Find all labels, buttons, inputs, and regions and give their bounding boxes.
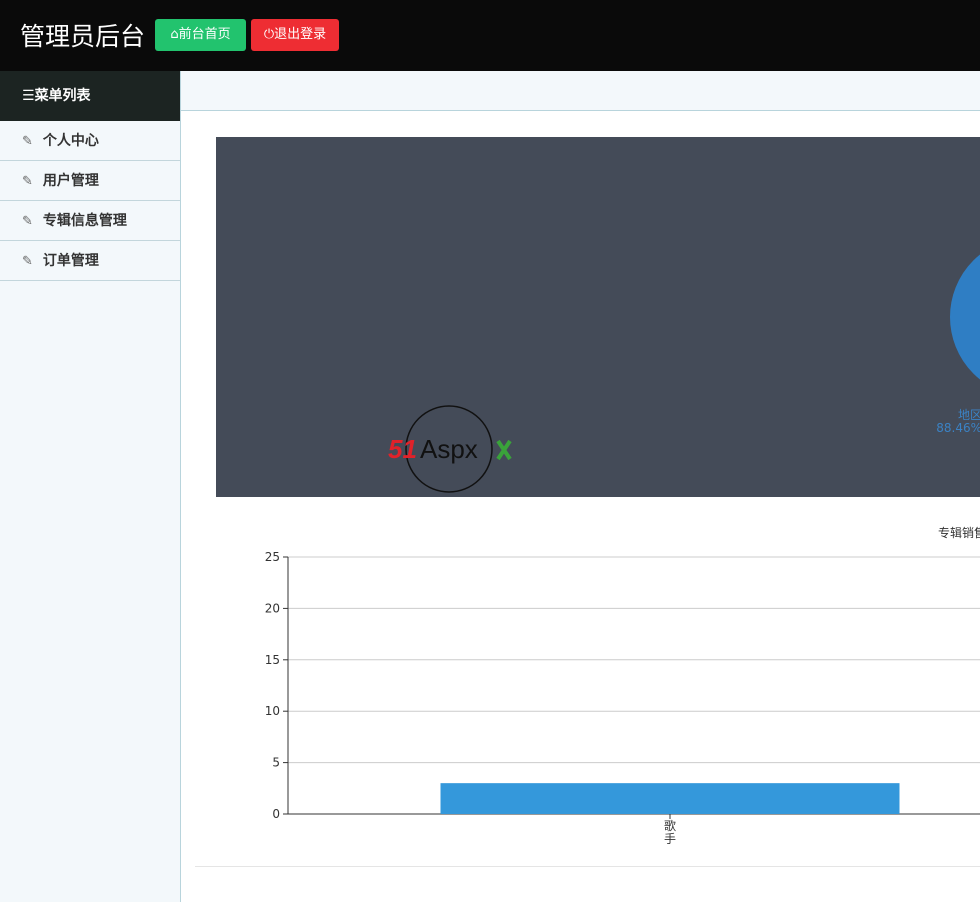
sidebar-item-users[interactable]: ✎ 用户管理 bbox=[0, 161, 180, 201]
y-tick-label: 5 bbox=[272, 756, 280, 770]
edit-icon: ✎ bbox=[22, 174, 33, 189]
y-tick-label: 25 bbox=[265, 550, 280, 564]
svg-text:51: 51 bbox=[388, 434, 417, 464]
svg-text:Aspx: Aspx bbox=[420, 434, 478, 464]
menu-heading: ☰菜单列表 bbox=[0, 71, 180, 121]
sidebar-item-profile[interactable]: ✎ 个人中心 bbox=[0, 121, 180, 161]
home-button[interactable]: ⌂前台首页 bbox=[155, 19, 246, 51]
app-title: 管理员后台 bbox=[20, 22, 146, 51]
edit-icon: ✎ bbox=[22, 214, 33, 229]
divider bbox=[195, 866, 980, 867]
bar bbox=[440, 783, 900, 814]
home-icon: ⌂ bbox=[170, 27, 179, 42]
y-tick-label: 10 bbox=[265, 704, 280, 718]
bar-chart-title: 专辑销售 bbox=[938, 526, 980, 540]
x-tick-label: 歌 bbox=[664, 818, 676, 833]
y-tick-label: 15 bbox=[265, 653, 280, 667]
logout-button[interactable]: ⏻退出登录 bbox=[251, 19, 339, 51]
top-header: 管理员后台 ⌂前台首页 ⏻退出登录 bbox=[0, 0, 980, 71]
pie-label: 地区 88.46% bbox=[936, 408, 980, 435]
list-icon: ☰ bbox=[22, 88, 35, 104]
sidebar-item-albums[interactable]: ✎ 专辑信息管理 bbox=[0, 201, 180, 241]
pie-slice bbox=[950, 254, 980, 380]
power-icon: ⏻ bbox=[263, 27, 275, 42]
watermark-logo: 51 Aspx bbox=[388, 405, 512, 493]
pie-chart-panel: 地区 88.46% 51 Aspx bbox=[216, 137, 980, 497]
edit-icon: ✎ bbox=[22, 134, 33, 149]
pie-chart bbox=[950, 254, 980, 380]
sidebar-item-orders[interactable]: ✎ 订单管理 bbox=[0, 241, 180, 281]
x-tick-label: 手 bbox=[664, 832, 676, 846]
bar-chart: 0 5 10 15 20 25 歌手 bbox=[265, 550, 980, 846]
edit-icon: ✎ bbox=[22, 254, 33, 269]
y-tick-label: 20 bbox=[265, 601, 280, 615]
y-tick-label: 0 bbox=[272, 807, 280, 821]
content-topbar bbox=[181, 71, 980, 111]
